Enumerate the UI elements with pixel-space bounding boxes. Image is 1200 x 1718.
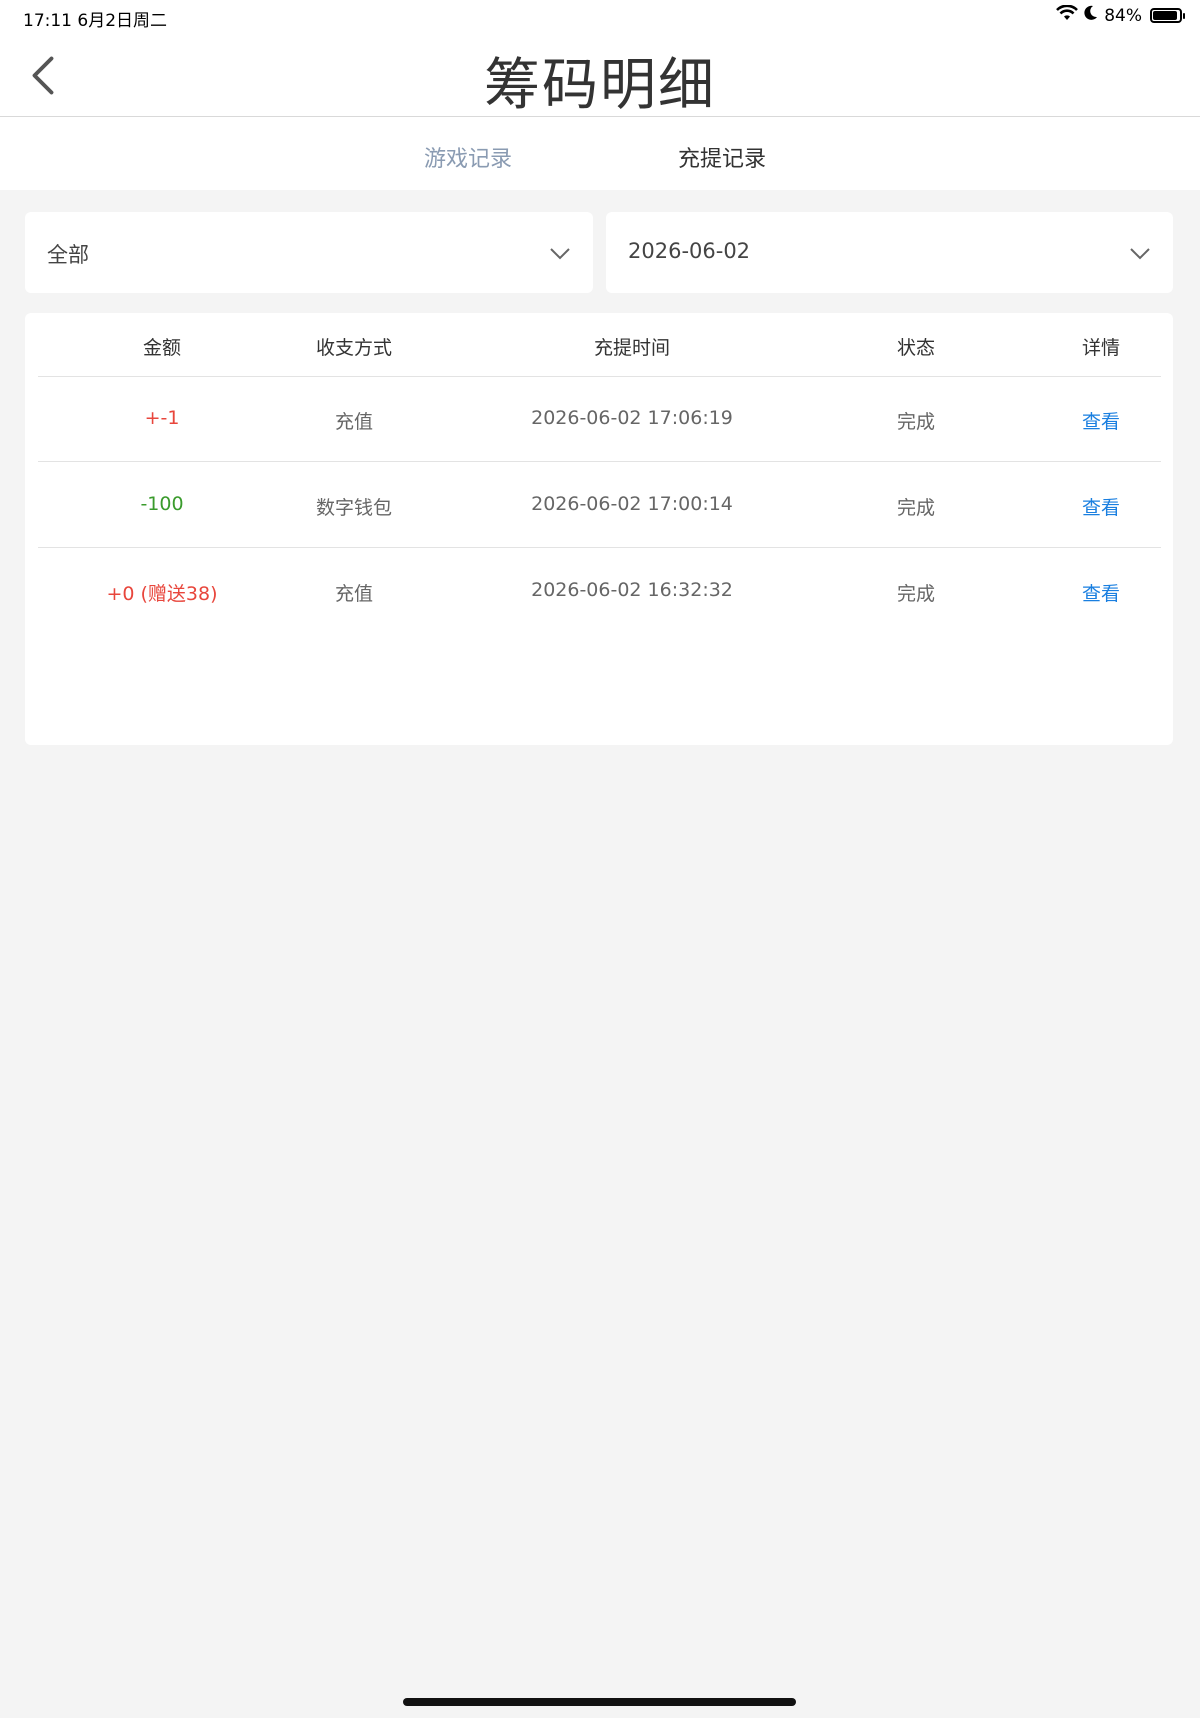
view-detail-link[interactable]: 查看 (1082, 407, 1120, 434)
table-row: -100 数字钱包 2026-06-02 17:00:14 完成 查看 (38, 462, 1161, 548)
wifi-icon (1056, 4, 1079, 26)
page-title: 筹码明细 (484, 53, 716, 118)
row-time: 2026-06-02 17:00:14 (531, 493, 733, 515)
battery-percent: 84% (1104, 5, 1142, 26)
column-header-method: 收支方式 (315, 337, 393, 359)
status-time: 17:11 6月2日周二 (23, 11, 168, 31)
status-indicators: 84% (1056, 4, 1185, 26)
tab-deposit-withdraw-records[interactable]: 充提记录 (678, 141, 766, 173)
records-table: 金额 收支方式 充提时间 状态 详情 +-1 充值 2026-06-02 17:… (25, 313, 1173, 745)
battery-icon (1150, 8, 1185, 23)
chevron-down-icon (550, 248, 570, 260)
row-method: 充值 (334, 411, 374, 433)
column-header-detail: 详情 (1081, 337, 1121, 359)
row-status: 完成 (896, 583, 936, 605)
type-filter-value: 全部 (47, 243, 89, 267)
view-detail-link[interactable]: 查看 (1082, 493, 1120, 520)
date-filter-value: 2026-06-02 (628, 239, 751, 263)
row-amount: -100 (140, 493, 184, 515)
battery-level (1153, 11, 1177, 20)
row-status: 完成 (896, 497, 936, 519)
row-status: 完成 (896, 411, 936, 433)
chevron-down-icon (1130, 248, 1150, 260)
row-method: 数字钱包 (315, 497, 393, 519)
moon-icon (1084, 5, 1098, 26)
table-header: 金额 收支方式 充提时间 状态 详情 (38, 313, 1161, 377)
tab-bar: 游戏记录 充提记录 (0, 117, 1200, 190)
tab-game-records[interactable]: 游戏记录 (424, 141, 512, 173)
table-row: +0 (赠送38) 充值 2026-06-02 16:32:32 完成 查看 (38, 548, 1161, 634)
column-header-time: 充提时间 (593, 337, 671, 359)
view-detail-link[interactable]: 查看 (1082, 579, 1120, 606)
row-amount: +0 (赠送38) (106, 583, 218, 605)
status-bar: 17:11 6月2日周二 84% (0, 0, 1200, 34)
row-method: 充值 (334, 583, 374, 605)
navigation-bar: 筹码明细 (0, 34, 1200, 118)
column-header-amount: 金额 (142, 337, 182, 359)
type-filter-dropdown[interactable]: 全部 (25, 212, 593, 293)
row-time: 2026-06-02 16:32:32 (531, 579, 733, 601)
row-amount: +-1 (144, 407, 180, 429)
home-indicator[interactable] (403, 1698, 796, 1706)
row-time: 2026-06-02 17:06:19 (531, 407, 733, 429)
column-header-status: 状态 (896, 337, 936, 359)
table-row: +-1 充值 2026-06-02 17:06:19 完成 查看 (38, 377, 1161, 462)
date-filter-dropdown[interactable]: 2026-06-02 (606, 212, 1173, 293)
